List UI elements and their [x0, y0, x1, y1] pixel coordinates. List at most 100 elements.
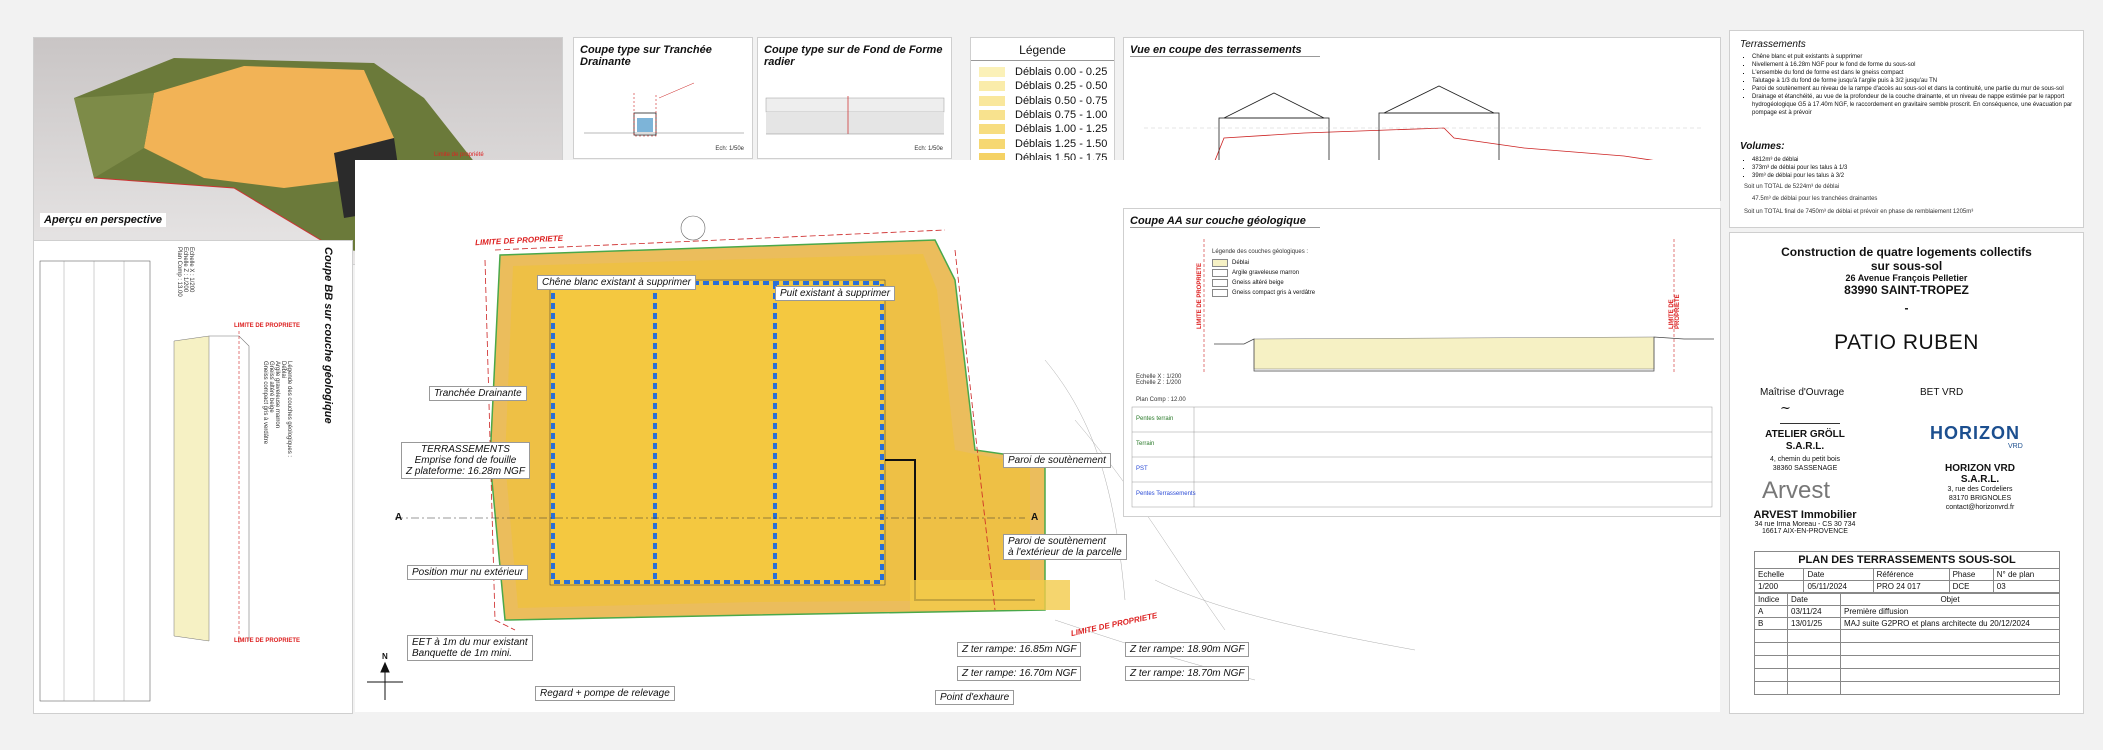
atelier-sarl: S.A.R.L.	[1785, 441, 1825, 452]
volumes-list: 4812m³ de déblai373m³ de déblai pour les…	[1740, 156, 2082, 180]
terrassements-title: Terrassements	[1740, 39, 1806, 50]
callout-oak: Chêne blanc existant à supprimer	[537, 275, 696, 290]
horizon-logo-sub: VRD	[2008, 443, 2023, 450]
horizon-logo-text: HORIZON	[1930, 423, 2020, 443]
note-item: L'ensemble du fond de forme est dans le …	[1752, 69, 2082, 77]
earthworks-line1: Emprise fond de fouille	[414, 455, 517, 466]
earthworks-title: TERRASSEMENTS	[421, 444, 510, 455]
rev-a-date: 03/11/24	[1787, 605, 1841, 618]
atelier-address-1: 4, chemin du petit bois	[1769, 456, 1841, 463]
callout-ramp-4: Z ter rampe: 18.70m NGF	[1125, 666, 1250, 681]
north-label: N	[382, 652, 388, 661]
project-dash: -	[1904, 301, 1909, 315]
legend-item: Déblais 0.25 - 0.50	[979, 79, 1114, 93]
aa-row-terrain: Terrain	[1136, 441, 1155, 447]
legend-swatch	[979, 67, 1005, 78]
legend-swatch	[979, 95, 1005, 106]
arvest-address-2: 16617 AIX-EN-PROVENCE	[1762, 528, 1848, 535]
callout-ramp-1: Z ter rampe: 16.85m NGF	[957, 642, 1082, 657]
horizon-address-1: 3, rue des Cordeliers	[1947, 486, 2013, 493]
legend-swatch	[979, 81, 1005, 92]
project-line1: Construction de quatre logements collect…	[1781, 245, 2032, 259]
volumes-title: Volumes:	[1740, 141, 1785, 152]
legend-item: Déblais 0.50 - 0.75	[979, 94, 1114, 108]
hdr-phase: Phase	[1948, 568, 1994, 581]
moa-label: Maîtrise d'Ouvrage	[1760, 387, 1845, 398]
coupe-aa-panel: Coupe AA sur couche géologique Légende d…	[1123, 208, 1721, 517]
eet-line1: EET à 1m du mur existant	[412, 637, 528, 648]
hdr-plan-no: N° de plan	[1992, 568, 2061, 581]
plan-title: PLAN DES TERRASSEMENTS SOUS-SOL	[1754, 551, 2060, 568]
perspective-title: Aperçu en perspective	[40, 213, 166, 227]
legend-title: Légende	[971, 43, 1114, 61]
legend-swatch	[979, 110, 1005, 121]
atelier-address-2: 38360 SASSENAGE	[1772, 465, 1838, 472]
revision-table: Indice Date Objet A 03/11/24 Première di…	[1754, 593, 2060, 695]
earthworks-line2: Z plateforme: 16.28m NGF	[406, 466, 525, 477]
rev-a-index: A	[1754, 605, 1788, 618]
rev-hdr-object: Objet	[1840, 593, 2060, 606]
val-plan-no: 03	[1992, 580, 2061, 593]
project-heading: Construction de quatre logements collect…	[1730, 245, 2083, 273]
horizon-block: HORIZON VRD S.A.R.L. 3, rue des Cordelie…	[1910, 463, 2050, 512]
volumes-total: Soit un TOTAL de 5224m³ de déblai	[1744, 184, 1840, 190]
callout-well: Puit existant à supprimer	[775, 286, 896, 301]
legend-item: Déblais 1.25 - 1.50	[979, 136, 1114, 150]
callout-earthworks: TERRASSEMENTS Emprise fond de fouille Z …	[401, 442, 530, 479]
val-date: 05/11/2024	[1803, 580, 1874, 593]
project-city: 83990 SAINT-TROPEZ	[1844, 283, 1969, 297]
aa-row-pst: PST	[1136, 466, 1148, 472]
legend-item: Déblais 1.00 - 1.25	[979, 122, 1114, 136]
callout-retaining: Paroi de soutènement	[1003, 453, 1111, 468]
horizon-address-2: 83170 BRIGNOLES	[1948, 495, 2012, 502]
raft-section-panel: Coupe type sur de Fond de Forme radier E…	[757, 37, 952, 159]
section-a-right: A	[1031, 512, 1039, 523]
plan-info-block: PLAN DES TERRASSEMENTS SOUS-SOL Echelle …	[1753, 551, 2061, 695]
legend-label: Déblais 1.25 - 1.50	[1015, 137, 1108, 150]
note-item: 39m³ de déblai pour les talus à 3/2	[1752, 172, 2082, 180]
trench-section-drawing	[584, 82, 744, 137]
note-item: Nivellement à 16.28m NGF pour le fond de…	[1752, 61, 2082, 69]
callout-sump: Regard + pompe de relevage	[535, 686, 675, 701]
atelier-signature: ~	[1780, 401, 1840, 424]
legend-label: Déblais 0.00 - 0.25	[1015, 66, 1108, 79]
section-a-left: A	[395, 512, 403, 523]
callout-trench: Tranchée Drainante	[429, 386, 527, 401]
atelier-block: ATELIER GRÖLL S.A.R.L.	[1750, 429, 1860, 453]
hdr-date: Date	[1803, 568, 1874, 581]
title-block: Construction de quatre logements collect…	[1729, 232, 2084, 714]
callout-retaining-ext: Paroi de soutènement à l'extérieur de la…	[1003, 534, 1127, 560]
note-item: Paroi de soutènement au niveau de la ram…	[1752, 85, 2082, 93]
callout-wall-position: Position mur nu extérieur	[407, 565, 529, 580]
rev-b-index: B	[1754, 617, 1788, 630]
trench-section-panel: Coupe type sur Tranchée Drainante Ech: 1…	[573, 37, 753, 159]
retaining-ext-line2: à l'extérieur de la parcelle	[1008, 547, 1122, 558]
callout-eet: EET à 1m du mur existant Banquette de 1m…	[407, 635, 533, 661]
note-item: Chêne blanc et puit existants à supprime…	[1752, 53, 2082, 61]
trench-scale: Ech: 1/50e	[715, 146, 744, 152]
arvest-name: ARVEST Immobilier	[1753, 509, 1857, 521]
legend-item: Déblais 0.75 - 1.00	[979, 108, 1114, 122]
project-line2: sur sous-sol	[1870, 259, 1943, 273]
arvest-address-1: 34 rue Irma Moreau - CS 30 734	[1754, 521, 1856, 528]
note-item: 4812m³ de déblai	[1752, 156, 2082, 164]
legend-swatch	[979, 124, 1005, 135]
eet-line2: Banquette de 1m mini.	[412, 648, 513, 659]
coupe-bb-panel: Coupe BB sur couche géologique Légende d…	[33, 240, 353, 714]
note-item: Drainage et étanchéité, au vue de la pro…	[1752, 93, 2082, 117]
perspective-limit-label: Limite de propriété	[434, 152, 484, 158]
legend-item: Déblais 0.00 - 0.25	[979, 65, 1114, 79]
arvest-logo: Arvest	[1762, 477, 1831, 504]
hdr-reference: Référence	[1872, 568, 1950, 581]
bet-label: BET VRD	[1920, 387, 1964, 398]
legend-label: Déblais 0.25 - 0.50	[1015, 80, 1108, 93]
horizon-sarl: S.A.R.L.	[1960, 474, 2000, 485]
val-phase: DCE	[1948, 580, 1994, 593]
arvest-block: ARVEST Immobilier 34 rue Irma Moreau - C…	[1740, 509, 1870, 535]
rev-a-object: Première diffusion	[1840, 605, 2060, 618]
horizon-email: contact@horizonvrd.fr	[1945, 504, 2015, 511]
legend-label: Déblais 1.00 - 1.25	[1015, 123, 1108, 136]
terrassements-list: Chêne blanc et puit existants à supprime…	[1740, 53, 2082, 117]
hdr-scale: Echelle	[1753, 568, 1805, 581]
volumes-final: Soit un TOTAL final de 7450m³ de déblai …	[1744, 209, 1974, 215]
